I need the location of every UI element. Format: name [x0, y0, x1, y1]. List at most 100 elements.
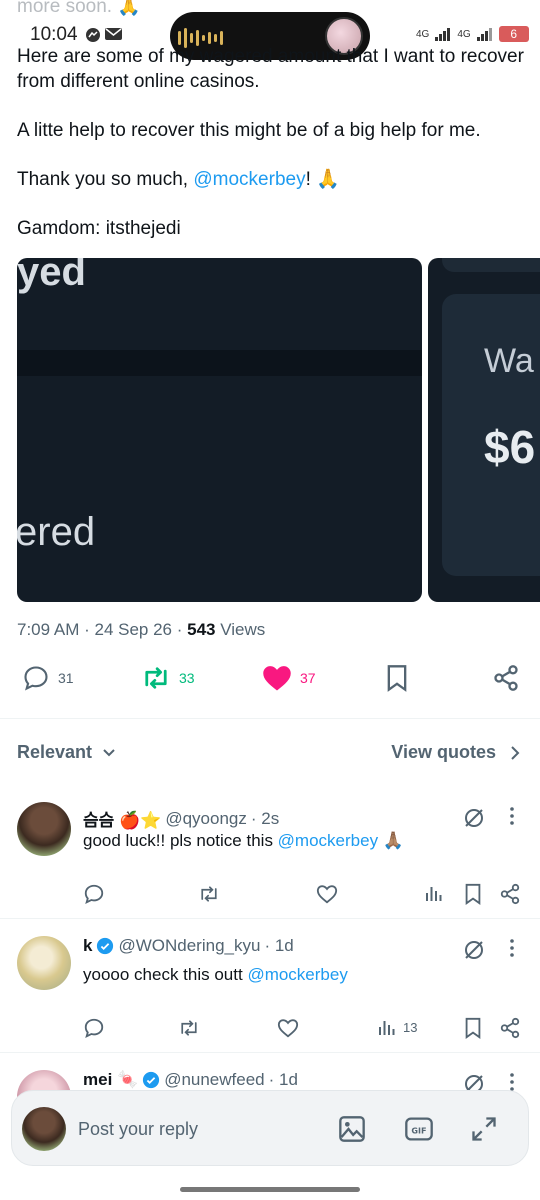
sort-label: Relevant: [17, 742, 93, 762]
views-count: 13: [403, 1019, 418, 1035]
reply-text: good luck!! pls notice this @mockerbey 🙏…: [83, 831, 404, 850]
reply-actions: [0, 883, 540, 907]
post-image-1[interactable]: yed ered: [17, 258, 422, 602]
reply-time: · 1d: [268, 1070, 298, 1089]
like-button[interactable]: [316, 883, 338, 905]
bookmark-icon: [465, 883, 481, 905]
grok-icon[interactable]: [462, 938, 486, 967]
mention-link[interactable]: @mockerbey: [278, 831, 378, 850]
post-paragraph-1: Here are some of my wagered amount that …: [17, 46, 524, 92]
post-time: 7:09 AM: [17, 620, 80, 639]
gif-icon[interactable]: GIF: [404, 1115, 434, 1148]
obscured-text: my wagered amount: [169, 46, 342, 67]
reply-author-name[interactable]: 슴슴 🍎⭐: [83, 806, 161, 831]
chevron-down-icon: [103, 748, 115, 756]
bookmark-button[interactable]: [463, 1017, 483, 1039]
reply-header: 슴슴 🍎⭐ @qyoongz · 2s: [83, 806, 279, 831]
divider: [0, 918, 540, 919]
reply-actions: 13: [0, 1017, 540, 1041]
notification-icons: [85, 27, 122, 43]
more-options-icon[interactable]: [508, 938, 516, 963]
reply-author-name[interactable]: k: [83, 936, 92, 956]
bookmark-icon: [465, 1017, 481, 1039]
reply-button[interactable]: [83, 883, 105, 905]
mention-link[interactable]: @mockerbey: [193, 169, 305, 190]
reply-composer[interactable]: Post your reply GIF: [11, 1090, 529, 1166]
share-icon: [494, 665, 518, 691]
reply-handle[interactable]: @qyoongz: [165, 809, 247, 829]
image-pill: [442, 258, 540, 272]
view-quotes-link[interactable]: View quotes: [391, 742, 520, 763]
share-icon: [500, 1017, 520, 1039]
reply-handle[interactable]: @nunewfeed: [164, 1070, 264, 1090]
analytics-icon: [426, 887, 442, 901]
grok-icon[interactable]: [462, 806, 486, 835]
avatar[interactable]: [17, 936, 71, 990]
like-button[interactable]: [277, 1017, 299, 1039]
network-label-1: 4G: [416, 28, 430, 40]
divider: [0, 1052, 540, 1053]
reply-header: mei 🍬 @nunewfeed · 1d: [83, 1070, 298, 1090]
home-indicator[interactable]: [180, 1187, 360, 1192]
network-label-2: 4G: [457, 28, 471, 40]
share-button[interactable]: [499, 1017, 521, 1039]
heart-icon: [316, 885, 338, 904]
like-count: 37: [300, 670, 316, 686]
post-date: 24 Sep 26: [94, 620, 172, 639]
reply-button[interactable]: [83, 1017, 105, 1039]
post-paragraph-4: Gamdom: itsthejedi: [17, 218, 181, 239]
repost-icon: [145, 667, 167, 689]
reply-count: 31: [58, 670, 74, 686]
heart-icon: [277, 1019, 299, 1038]
view-quotes-label: View quotes: [391, 742, 496, 762]
repost-button[interactable]: [198, 883, 220, 905]
image-icon[interactable]: [338, 1115, 366, 1148]
svg-text:GIF: GIF: [411, 1127, 426, 1136]
image-stripe: [17, 350, 422, 376]
post-image-2[interactable]: Wa $6: [428, 258, 540, 602]
reply-input[interactable]: Post your reply: [78, 1119, 198, 1140]
post-actions: 31 33 37: [0, 664, 540, 700]
reply-author-name[interactable]: mei 🍬: [83, 1070, 138, 1090]
post-body: Here are some of my wagered amount that …: [17, 44, 527, 265]
analytics-icon: [379, 1021, 395, 1035]
mention-link[interactable]: @mockerbey: [247, 965, 347, 984]
heart-icon: [263, 666, 291, 691]
reply-text: yoooo check this outt @mockerbey: [83, 965, 348, 984]
verified-badge-icon: [97, 937, 114, 955]
reply-header: k @WONdering_kyu · 1d: [83, 936, 294, 956]
views-button[interactable]: 13: [377, 1017, 417, 1037]
post-paragraph-3: Thank you so much, @mockerbey! 🙏: [17, 169, 340, 190]
previous-text-fragment: more soon. 🙏: [17, 0, 141, 17]
more-options-icon[interactable]: [508, 806, 516, 831]
expand-icon[interactable]: [470, 1115, 498, 1148]
status-right: 4G 4G 6: [416, 26, 529, 42]
bookmark-button[interactable]: [384, 664, 410, 692]
reply-time: · 2s: [250, 808, 280, 828]
reply-icon: [84, 1018, 104, 1038]
avatar: [22, 1107, 66, 1151]
avatar[interactable]: [17, 802, 71, 856]
repost-button[interactable]: [178, 1017, 200, 1039]
share-button[interactable]: [499, 883, 521, 905]
image-text-bottom: ered: [17, 510, 96, 554]
battery-indicator: 6: [498, 26, 529, 42]
signal-icon: [476, 28, 492, 41]
reply-button[interactable]: 31: [22, 664, 74, 692]
share-icon: [500, 883, 520, 905]
mail-icon: [105, 28, 122, 40]
image-card-label: Wa: [484, 342, 534, 380]
share-button[interactable]: [492, 664, 520, 692]
like-button[interactable]: 37: [262, 664, 316, 692]
image-card-amount: $6: [484, 421, 536, 473]
bookmark-button[interactable]: [463, 883, 483, 905]
views-count: 543: [187, 620, 216, 639]
repost-button[interactable]: 33: [141, 664, 195, 692]
image-text-top: yed: [17, 258, 86, 294]
bookmark-icon: [387, 665, 407, 692]
reply-handle[interactable]: @WONdering_kyu: [118, 936, 260, 956]
sort-dropdown[interactable]: Relevant: [17, 742, 116, 763]
views-button[interactable]: [424, 883, 450, 903]
messenger-icon: [86, 28, 100, 42]
repost-icon: [201, 886, 217, 902]
